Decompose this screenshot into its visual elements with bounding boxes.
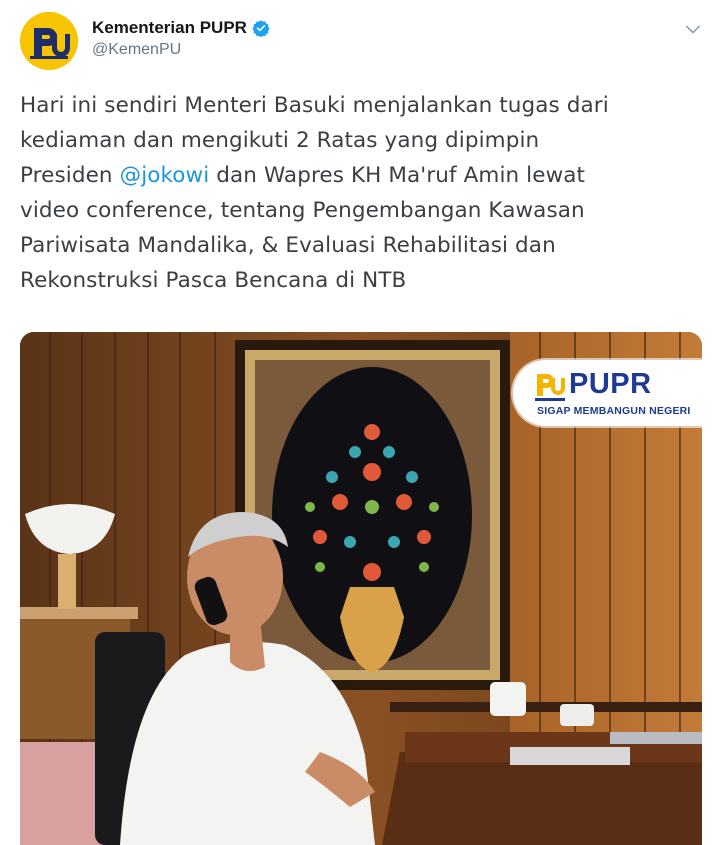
verified-badge-icon (252, 20, 270, 37)
tweet-line: Rekonstruksi Pasca Bencana di NTB (20, 268, 407, 293)
pupr-logo-icon (20, 12, 78, 70)
tweet-line: Presiden @jokowi dan Wapres KH Ma'ruf Am… (20, 158, 700, 193)
chevron-down-icon[interactable] (682, 18, 704, 40)
mention-link[interactable]: @jokowi (120, 163, 210, 188)
tweet-photo[interactable]: PUPR SIGAP MEMBANGUN NEGERI (20, 332, 702, 845)
pupr-logo-badge: PUPR SIGAP MEMBANGUN NEGERI (513, 360, 702, 426)
pupr-mark-icon (535, 374, 565, 401)
author-block: Kementerian PUPR @KemenPU (92, 18, 270, 59)
tweet-line-rest: dan Wapres KH Ma'ruf Amin lewat (216, 163, 586, 188)
tweet-line: Pariwisata Mandalika, & Evaluasi Rehabil… (20, 233, 556, 258)
tweet-line-prefix: Presiden (20, 163, 120, 188)
tweet-line: Hari ini sendiri Menteri Basuki menjalan… (20, 93, 609, 118)
avatar[interactable] (20, 12, 78, 70)
logo-text: PUPR (569, 368, 652, 400)
tweet-line: kediaman dan mengikuti 2 Ratas yang dipi… (20, 128, 540, 153)
tweet-text: Hari ini sendiri Menteri Basuki menjalan… (20, 88, 700, 298)
display-name[interactable]: Kementerian PUPR (92, 18, 247, 38)
handle[interactable]: @KemenPU (92, 41, 270, 59)
tweet-line: video conference, tentang Pengembangan K… (20, 198, 585, 223)
logo-tagline: SIGAP MEMBANGUN NEGERI (537, 405, 691, 417)
tweet-card: Kementerian PUPR @KemenPU Hari ini sendi… (0, 0, 720, 845)
